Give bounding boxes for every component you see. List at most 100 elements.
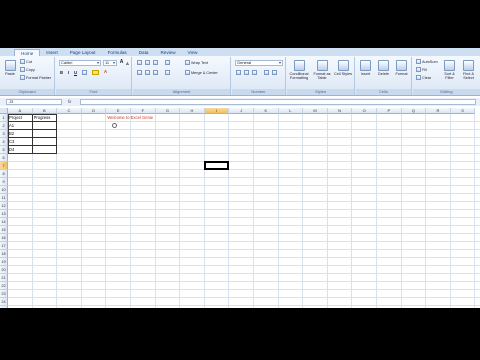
row-header-22[interactable]: 22 (0, 282, 8, 290)
cell-styles-button[interactable]: Cell Styles (334, 60, 352, 76)
column-header-S[interactable]: S (450, 108, 476, 114)
row-header-15[interactable]: 15 (0, 226, 8, 234)
column-header-J[interactable]: J (229, 108, 254, 114)
cell-E1[interactable]: Welcome to Excel Genie (106, 114, 153, 122)
row-header-7[interactable]: 7 (0, 162, 8, 170)
row-header-21[interactable]: 21 (0, 274, 8, 282)
row-header-3[interactable]: 3 (0, 130, 8, 138)
column-header-K[interactable]: K (254, 108, 279, 114)
indent-icon[interactable] (165, 70, 170, 75)
italic-button[interactable]: I (66, 70, 71, 75)
underline-button[interactable]: U (73, 70, 78, 75)
insert-cells-button[interactable]: Insert (357, 60, 374, 76)
column-header-C[interactable]: C (57, 108, 82, 114)
row-header-10[interactable]: 10 (0, 186, 8, 194)
worksheet-grid[interactable]: A B C D E F G H I J K L M N O P Q R S 1 2 3 4 5 6 7 8 9 10 11 12 13 14 15… (0, 108, 480, 308)
column-header-M[interactable]: M (303, 108, 328, 114)
column-header-L[interactable]: L (278, 108, 304, 114)
fill-color-icon[interactable] (92, 70, 99, 75)
wrap-text-button[interactable]: Wrap Text (185, 60, 208, 65)
currency-icon[interactable] (236, 70, 241, 75)
column-header-R[interactable]: R (426, 108, 451, 114)
tab-data[interactable]: Data (133, 49, 155, 56)
tab-review[interactable]: Review (154, 49, 181, 56)
align-middle-icon[interactable] (145, 60, 150, 65)
comma-icon[interactable] (252, 70, 257, 75)
row-header-23[interactable]: 23 (0, 290, 8, 298)
row-header-5[interactable]: 5 (0, 146, 8, 154)
align-bottom-icon[interactable] (153, 60, 158, 65)
column-header-P[interactable]: P (377, 108, 402, 114)
row-header-8[interactable]: 8 (0, 170, 8, 178)
grow-font-icon[interactable]: A (119, 60, 124, 65)
active-cell-selection[interactable] (203, 161, 230, 170)
format-as-table-button[interactable]: Format as Table (312, 60, 332, 80)
font-size-select[interactable]: 11 (103, 60, 117, 66)
column-header-Q[interactable]: Q (401, 108, 427, 114)
number-format-select[interactable]: General (235, 60, 283, 66)
formula-input[interactable] (80, 99, 476, 105)
align-top-icon[interactable] (137, 60, 142, 65)
row-header-25[interactable]: 25 (0, 306, 8, 308)
tab-page-layout[interactable]: Page Layout (64, 49, 102, 56)
column-header-N[interactable]: N (327, 108, 353, 114)
align-left-icon[interactable] (137, 70, 142, 75)
cell-A5[interactable]: D4 (8, 146, 14, 154)
column-header-O[interactable]: O (352, 108, 377, 114)
cell-A1[interactable]: Project (8, 114, 22, 122)
name-box[interactable]: J3 (6, 99, 62, 105)
row-header-6[interactable]: 6 (0, 154, 8, 162)
row-header-16[interactable]: 16 (0, 234, 8, 242)
row-header-11[interactable]: 11 (0, 194, 8, 202)
column-header-H[interactable]: H (180, 108, 205, 114)
copy-button[interactable]: Copy (20, 67, 35, 72)
fx-icon[interactable]: fx (68, 99, 71, 104)
row-header-17[interactable]: 17 (0, 242, 8, 250)
row-header-4[interactable]: 4 (0, 138, 8, 146)
row-header-18[interactable]: 18 (0, 250, 8, 258)
cell-A3[interactable]: B2 (8, 130, 14, 138)
align-right-icon[interactable] (153, 70, 158, 75)
cell-B1[interactable]: Progress (33, 114, 51, 122)
tab-home[interactable]: Home (14, 49, 41, 56)
font-name-select[interactable]: Calibri (59, 60, 101, 66)
borders-icon[interactable] (82, 70, 87, 75)
sort-filter-button[interactable]: Sort & Filter (441, 60, 458, 80)
delete-cells-button[interactable]: Delete (375, 60, 392, 76)
tab-insert[interactable]: Insert (40, 49, 64, 56)
column-header-D[interactable]: D (81, 108, 107, 114)
row-header-9[interactable]: 9 (0, 178, 8, 186)
row-header-20[interactable]: 20 (0, 266, 8, 274)
row-header-14[interactable]: 14 (0, 218, 8, 226)
find-select-button[interactable]: Find & Select (460, 60, 477, 80)
cut-button[interactable]: Cut (20, 59, 32, 64)
column-header-I[interactable]: I (204, 108, 230, 114)
tab-formulas[interactable]: Formulas (102, 49, 133, 56)
row-header-2[interactable]: 2 (0, 122, 8, 130)
clear-button[interactable]: Clear (416, 75, 431, 80)
column-header-G[interactable]: G (155, 108, 181, 114)
fill-button[interactable]: Fill (416, 67, 427, 72)
tab-view[interactable]: View (182, 49, 204, 56)
autosum-button[interactable]: AutoSum (416, 59, 438, 64)
percent-icon[interactable] (244, 70, 249, 75)
row-header-12[interactable]: 12 (0, 202, 8, 210)
row-header-1[interactable]: 1 (0, 114, 8, 122)
paste-button[interactable]: Paste (2, 60, 18, 76)
row-header-13[interactable]: 13 (0, 210, 8, 218)
conditional-formatting-button[interactable]: Conditional Formatting (288, 60, 310, 80)
format-painter-button[interactable]: Format Painter (20, 75, 51, 80)
shrink-font-icon[interactable]: A (125, 61, 130, 66)
merge-center-button[interactable]: Merge & Center (185, 70, 218, 75)
row-header-19[interactable]: 19 (0, 258, 8, 266)
decrease-decimal-icon[interactable] (272, 70, 277, 75)
cell-A2[interactable]: A1 (8, 122, 14, 130)
bold-button[interactable]: B (59, 70, 64, 75)
format-cells-button[interactable]: Format (393, 60, 410, 76)
font-color-icon[interactable]: A (103, 69, 108, 74)
orientation-icon[interactable] (165, 60, 170, 65)
cell-A4[interactable]: C3 (8, 138, 14, 146)
align-center-icon[interactable] (145, 70, 150, 75)
increase-decimal-icon[interactable] (264, 70, 269, 75)
row-header-24[interactable]: 24 (0, 298, 8, 306)
